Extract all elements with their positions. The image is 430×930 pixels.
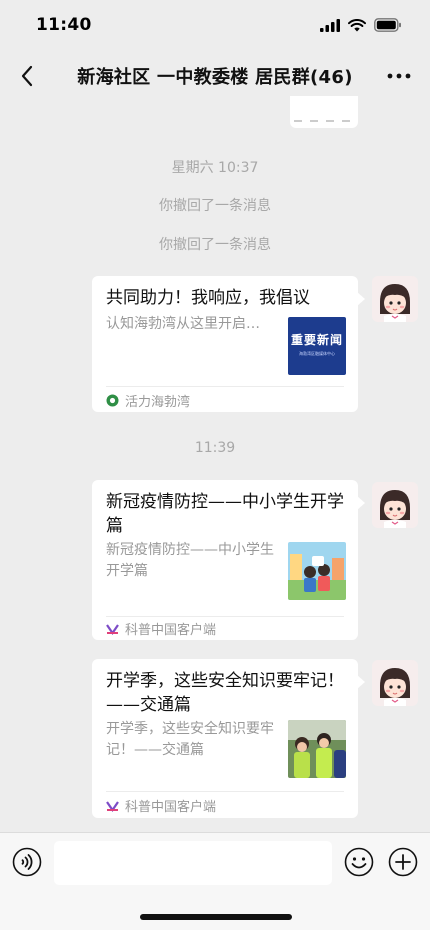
chat-title: 新海社区 一中教委楼 居民群(46)	[77, 67, 353, 88]
recall-notice: 你撤回了一条消息	[159, 198, 271, 214]
article-card[interactable]: 开学季，这些安全知识要牢记！——交通篇 开学季，这些安全知识要牢记！——交通篇 …	[92, 659, 365, 818]
message-input[interactable]	[54, 841, 332, 885]
card-divider	[106, 616, 344, 617]
card-divider	[106, 386, 344, 387]
more-icon[interactable]	[384, 62, 414, 90]
cartoon-illustration-icon	[288, 542, 346, 600]
card-thumbnail	[288, 542, 346, 600]
voice-icon[interactable]	[12, 847, 42, 877]
wifi-icon	[348, 18, 366, 31]
bubble-tail	[357, 675, 365, 689]
card-title: 共同助力！我响应，我倡议	[106, 288, 310, 308]
source-logo-icon	[106, 624, 119, 635]
girl-avatar-icon	[380, 284, 410, 322]
signal-icon	[320, 18, 340, 32]
bubble-decoration	[294, 120, 354, 122]
recall-notice: 你撤回了一条消息	[159, 237, 271, 253]
card-description: 认知海勃湾从这里开启…	[106, 316, 260, 332]
card-source-name: 科普中国客户端	[125, 623, 217, 638]
status-icons	[320, 18, 402, 32]
thumbnail-headline: 重要新闻	[290, 333, 343, 347]
previous-message-bubble[interactable]	[290, 96, 358, 128]
thumbnail-subtext: 海勃湾区融媒体中心	[299, 351, 335, 356]
plus-icon[interactable]	[388, 847, 418, 877]
emoji-icon[interactable]	[344, 847, 374, 877]
status-time: 11:40	[36, 15, 92, 35]
card-source-name: 活力海勃湾	[125, 395, 191, 410]
source-logo-icon	[106, 801, 119, 812]
girl-avatar-icon	[380, 490, 410, 528]
card-description: 新冠疫情防控——中小学生开学篇	[106, 542, 274, 579]
girl-avatar-icon	[380, 668, 410, 706]
card-title: 新冠疫情防控——中小学生开学篇	[106, 492, 344, 536]
card-thumbnail: 重要新闻 海勃湾区融媒体中心	[288, 317, 346, 375]
avatar[interactable]	[372, 276, 418, 322]
back-icon[interactable]	[14, 62, 42, 90]
article-card[interactable]: 新冠疫情防控——中小学生开学篇 新冠疫情防控——中小学生开学篇 科普中国客户端	[92, 480, 365, 640]
nav-bar: 新海社区 一中教委楼 居民群(46)	[0, 50, 430, 102]
timestamp: 星期六 10:37	[171, 160, 259, 176]
article-card[interactable]: 共同助力！我响应，我倡议 认知海勃湾从这里开启… 重要新闻 海勃湾区融媒体中心 …	[92, 276, 365, 412]
timestamp: 11:39	[194, 440, 236, 456]
children-photo-icon	[288, 720, 346, 778]
bubble-tail	[357, 292, 365, 306]
card-thumbnail	[288, 720, 346, 778]
card-source: 活力海勃湾	[106, 391, 190, 410]
card-source-name: 科普中国客户端	[125, 800, 217, 815]
card-description: 开学季，这些安全知识要牢记！——交通篇	[106, 721, 274, 758]
card-source: 科普中国客户端	[106, 619, 216, 638]
bubble-tail	[357, 496, 365, 510]
source-logo-icon	[106, 394, 119, 407]
card-source: 科普中国客户端	[106, 796, 216, 815]
avatar[interactable]	[372, 482, 418, 528]
battery-icon	[374, 18, 401, 32]
card-title: 开学季，这些安全知识要牢记！——交通篇	[106, 671, 344, 715]
status-bar: 11:40	[0, 0, 430, 50]
card-divider	[106, 791, 344, 792]
avatar[interactable]	[372, 660, 418, 706]
home-indicator	[140, 914, 292, 920]
